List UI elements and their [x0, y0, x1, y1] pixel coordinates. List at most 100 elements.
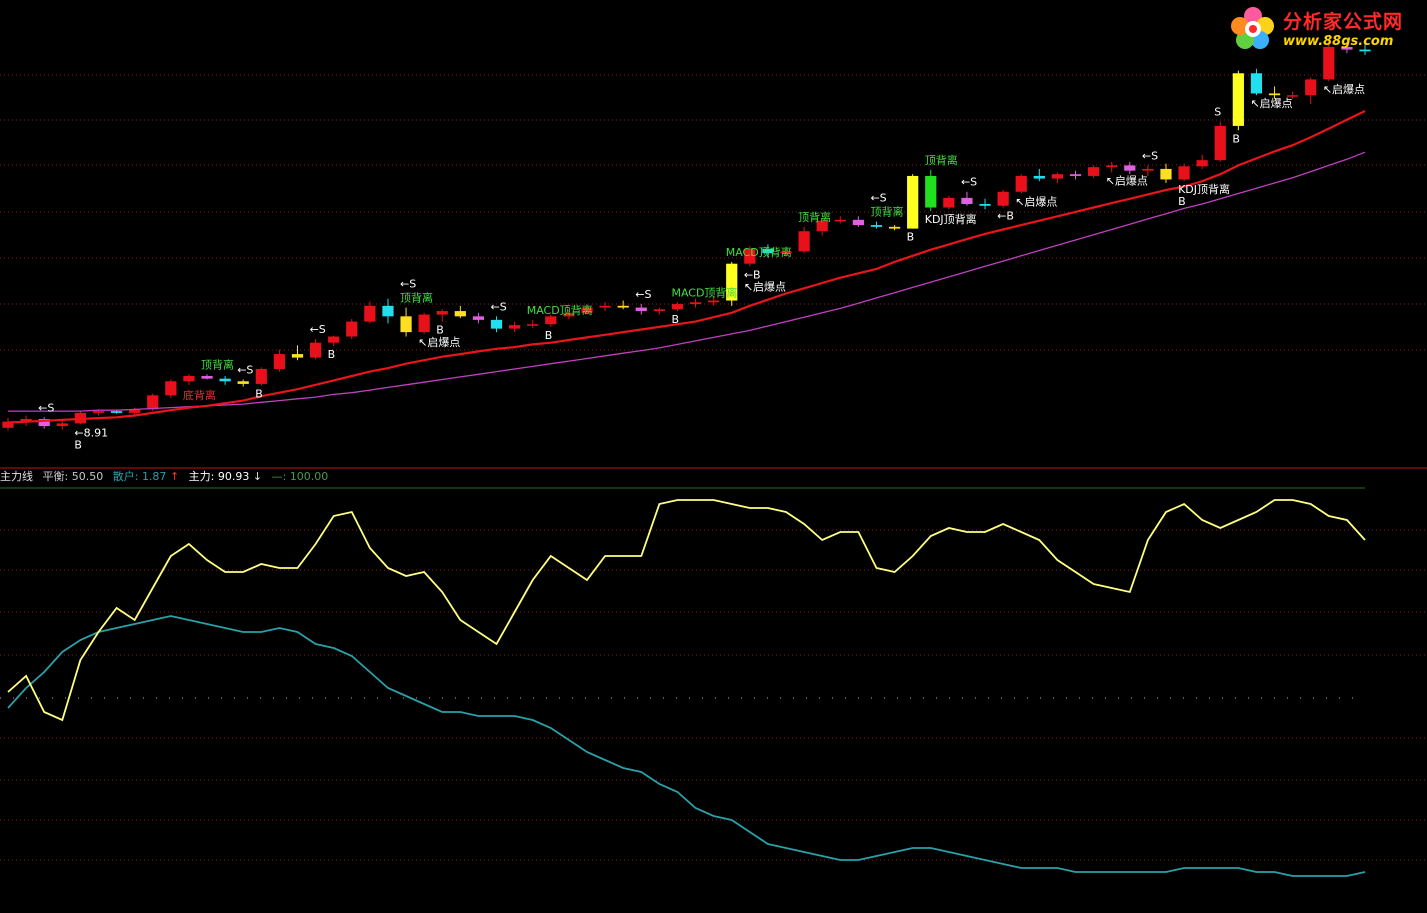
indicator-legend: 主力线 平衡: 50.50 散户: 1.87 ↑ 主力: 90.93 ↓ —: …	[0, 469, 334, 485]
signal-label: ←B	[997, 210, 1014, 223]
signal-label: ←S	[961, 176, 977, 189]
candle-body	[635, 307, 647, 312]
candle-body	[1124, 165, 1136, 171]
signal-label: MACD顶背离	[726, 245, 792, 259]
signal-label: B	[907, 231, 915, 244]
signal-label: B	[436, 324, 444, 337]
signal-label: ←S	[237, 364, 253, 377]
signal-label: 顶背离	[798, 210, 831, 224]
candle-body	[961, 197, 973, 205]
signal-label: ↖启爆点	[744, 279, 786, 293]
candle-body	[1268, 93, 1281, 96]
signal-label: 顶背离	[925, 153, 958, 167]
signal-label: B	[328, 348, 336, 361]
candle-body	[599, 305, 611, 308]
price-panel-grid	[0, 74, 1427, 489]
flower-logo-icon	[1231, 7, 1274, 49]
signal-label: B	[1232, 132, 1240, 145]
main-force-line	[7, 499, 1366, 722]
retail-line	[7, 615, 1366, 877]
candle-body	[1196, 160, 1208, 167]
main-label: 主力: 90.93 ↓	[189, 470, 262, 483]
candle-body	[1305, 79, 1317, 96]
signal-label: ↖启爆点	[1106, 173, 1148, 187]
signal-label: B	[74, 438, 82, 451]
stock-chart: ←S←8.91B底背离顶背离 ←SB←SB顶背离←S↖启爆点B←S MACD顶背离B…	[0, 42, 1427, 877]
site-logo[interactable]: 分析家公式网 www.88gs.com	[1227, 4, 1423, 54]
candle-body	[907, 175, 919, 229]
candle-body	[925, 175, 937, 208]
signal-label: MACD顶背离	[671, 285, 737, 299]
indicator-panel-grid	[0, 529, 1427, 861]
signal-label: ←S	[870, 192, 886, 205]
retail-arrow-icon: ↑	[169, 470, 180, 483]
signal-label: B	[1178, 195, 1186, 208]
indicator-panel[interactable]	[7, 499, 1366, 877]
balance-label: 平衡: 50.50	[43, 470, 104, 483]
signal-label: B	[255, 388, 263, 401]
signal-label: B	[545, 329, 553, 342]
retail-value: 1.87	[141, 470, 167, 483]
signal-label: ←S	[491, 300, 507, 313]
candle-body	[1051, 174, 1064, 179]
candle-body	[110, 411, 123, 413]
signal-label: ←S	[400, 278, 416, 291]
ma-fast-line	[7, 110, 1366, 424]
signal-label: ←S	[1142, 149, 1158, 162]
signal-label: ↖启爆点	[1250, 96, 1292, 110]
candle-body	[1015, 175, 1027, 192]
signal-label: KDJ顶背离	[925, 212, 977, 226]
candle-body	[183, 376, 195, 382]
candle-body	[1142, 168, 1154, 171]
price-panel[interactable]: ←S←8.91B底背离顶背离 ←SB←SB顶背离←S↖启爆点B←S MACD顶背离B…	[2, 42, 1371, 452]
candle-body	[165, 381, 177, 396]
candle-body	[291, 354, 304, 358]
signal-label: ↖启爆点	[1323, 82, 1365, 96]
candle-body	[509, 325, 521, 329]
candle-body	[852, 219, 864, 226]
ref-value: 100.00	[289, 470, 329, 483]
signal-label: S	[1214, 106, 1221, 119]
signal-label: 顶背离	[400, 291, 433, 305]
candle-body	[382, 305, 394, 317]
candle-body	[201, 376, 213, 379]
signal-label: 底背离	[183, 388, 216, 402]
candle-body	[617, 305, 629, 308]
candle-body	[1214, 125, 1226, 161]
candle-body	[1087, 167, 1100, 176]
candle-body	[997, 191, 1009, 206]
candle-body	[1106, 165, 1118, 168]
logo-title: 分析家公式网	[1283, 11, 1404, 33]
signal-label: MACD顶背离	[527, 303, 593, 317]
candle-body	[798, 231, 810, 252]
candle-body	[1178, 166, 1190, 180]
candle-body	[436, 311, 448, 315]
candle-body	[943, 197, 955, 208]
candle-body	[490, 319, 503, 329]
candle-body	[472, 316, 485, 320]
candle-body	[545, 316, 557, 325]
candle-body	[1160, 168, 1172, 180]
main-arrow-icon: ↓	[252, 470, 263, 483]
candle-body	[870, 225, 883, 227]
candle-body	[834, 219, 846, 222]
candle-body	[1033, 175, 1045, 179]
candle-body	[273, 354, 286, 369]
candle-body	[1250, 73, 1263, 94]
candle-body	[1069, 174, 1082, 176]
indicator-name: 主力线	[0, 470, 33, 483]
candle-body	[888, 226, 901, 229]
candle-body	[689, 302, 702, 305]
signal-label: ↖启爆点	[1015, 195, 1057, 209]
candle-body	[653, 309, 665, 312]
candle-body	[979, 204, 991, 206]
candle-body	[92, 411, 105, 413]
signal-label: B	[671, 313, 679, 326]
candle-body	[418, 314, 430, 333]
candle-body	[309, 342, 322, 358]
candle-body	[527, 324, 539, 326]
main-label-text: 主力:	[188, 470, 215, 483]
candle-body	[328, 336, 340, 343]
candle-body	[364, 305, 376, 322]
candle-body	[56, 423, 68, 427]
